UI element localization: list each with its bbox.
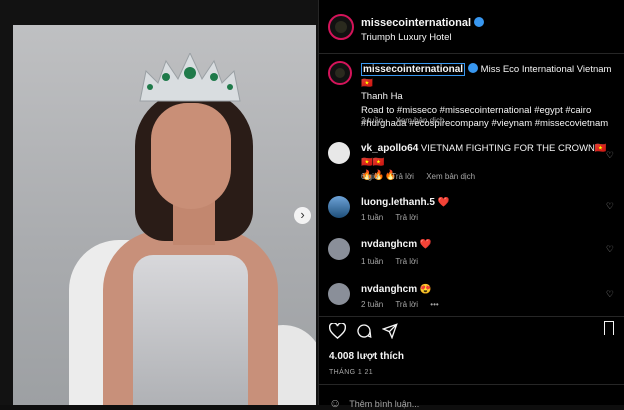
post-account-name[interactable]: missecointernational bbox=[361, 17, 485, 29]
caption-time: 3 tuần bbox=[361, 116, 384, 125]
verified-icon bbox=[474, 17, 485, 27]
more-options-icon[interactable]: ••• bbox=[430, 300, 438, 309]
comment-username[interactable]: luong.lethanh.5 bbox=[361, 197, 435, 208]
post-date: THÁNG 1 21 bbox=[329, 369, 374, 376]
avatar[interactable] bbox=[328, 61, 352, 85]
flag-icon: 🇻🇳 bbox=[361, 77, 373, 89]
avatar[interactable] bbox=[328, 238, 350, 260]
comment-username[interactable]: vk_apollo64 bbox=[361, 143, 418, 154]
header-divider bbox=[319, 53, 624, 54]
comment-meta: 2 tuần Trả lời ••• bbox=[361, 300, 439, 309]
comment-icon[interactable] bbox=[356, 323, 372, 339]
reply-button[interactable]: Trả lời bbox=[395, 213, 418, 222]
likes-count[interactable]: 4.008 lượt thích bbox=[329, 351, 404, 362]
crown-icon bbox=[139, 53, 241, 102]
comment-text: luong.lethanh.5 ❤️ bbox=[361, 197, 450, 208]
heart-icon[interactable]: ♡ bbox=[606, 150, 614, 161]
comment-username[interactable]: nvdanghcm bbox=[361, 239, 417, 250]
post-location[interactable]: Triumph Luxury Hotel bbox=[361, 32, 451, 43]
share-icon[interactable] bbox=[382, 323, 398, 339]
comment-divider bbox=[319, 384, 624, 385]
comment-meta: 1 tuần Trả lời bbox=[361, 213, 419, 222]
comment-meta: 1 tuần Trả lời bbox=[361, 257, 419, 266]
avatar[interactable] bbox=[328, 142, 350, 164]
see-translation-link[interactable]: Xem bản dịch bbox=[395, 116, 444, 125]
caption-line1: Miss Eco International Vietnam bbox=[480, 64, 612, 75]
post-photo[interactable] bbox=[13, 25, 316, 405]
bookmark-icon[interactable] bbox=[604, 321, 614, 335]
media-panel: › bbox=[0, 0, 318, 405]
caption-line2: Thanh Ha bbox=[361, 91, 403, 102]
heart-icon[interactable]: ♡ bbox=[606, 289, 614, 300]
reply-button[interactable]: Trả lời bbox=[395, 257, 418, 266]
caption-meta: 3 tuần Xem bản dịch bbox=[361, 116, 454, 125]
verified-icon bbox=[468, 63, 479, 73]
comment-meta: 6 giờ Trả lời Xem bản dịch bbox=[361, 172, 476, 181]
face bbox=[151, 103, 231, 209]
post-sidebar: missecointernational Triumph Luxury Hote… bbox=[319, 0, 624, 410]
caption-username[interactable]: missecointernational bbox=[361, 63, 466, 76]
add-comment-input[interactable]: ☺ Thêm bình luận... bbox=[329, 396, 419, 410]
avatar[interactable] bbox=[328, 283, 350, 305]
emoji-icon[interactable]: ☺ bbox=[329, 396, 341, 410]
see-translation-link[interactable]: Xem bản dịch bbox=[426, 172, 475, 181]
heart-icon[interactable]: ♡ bbox=[606, 201, 614, 212]
reply-button[interactable]: Trả lời bbox=[395, 300, 418, 309]
actions-divider bbox=[319, 316, 624, 317]
comment-text: nvdanghcm ❤️ bbox=[361, 239, 432, 250]
comment-text: nvdanghcm 😍 bbox=[361, 284, 432, 295]
comment-username[interactable]: nvdanghcm bbox=[361, 284, 417, 295]
heart-icon[interactable] bbox=[329, 323, 346, 339]
reply-button[interactable]: Trả lời bbox=[391, 172, 414, 181]
avatar[interactable] bbox=[328, 14, 354, 40]
avatar[interactable] bbox=[328, 196, 350, 218]
heart-icon[interactable]: ♡ bbox=[606, 244, 614, 255]
sequin-gown bbox=[133, 255, 248, 405]
chevron-right-icon[interactable]: › bbox=[294, 207, 311, 224]
